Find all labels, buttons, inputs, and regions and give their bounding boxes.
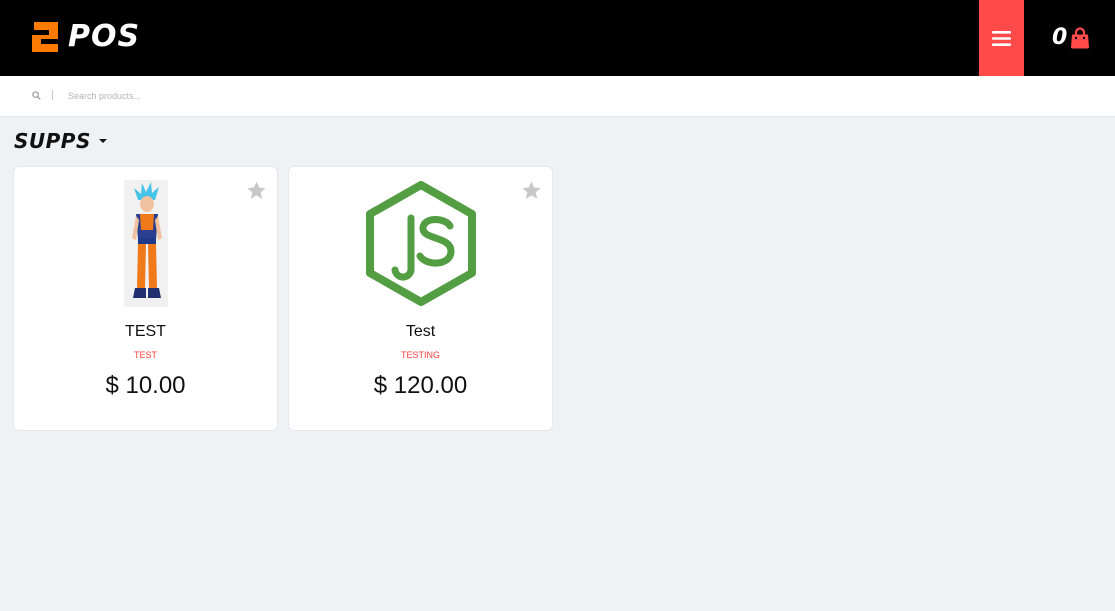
chevron-down-icon <box>98 139 107 143</box>
product-tag: TESTING <box>400 350 440 360</box>
logo-icon <box>32 22 58 52</box>
search-icon <box>32 91 41 100</box>
nodejs-logo-icon <box>365 181 476 306</box>
menu-button[interactable] <box>979 0 1024 76</box>
app-logo[interactable]: POS <box>30 20 140 54</box>
shopping-bag-icon <box>1071 27 1090 49</box>
product-price: $ 120.00 <box>373 372 468 399</box>
product-name: TEST <box>125 323 166 340</box>
category-label: SUPPS <box>14 129 91 153</box>
hamburger-icon <box>992 30 1011 46</box>
product-name: Test <box>405 323 436 340</box>
product-tag: TEST <box>133 350 157 360</box>
search-bar <box>0 76 1115 117</box>
favorite-star-icon[interactable] <box>246 180 267 201</box>
cart-button[interactable]: 0 <box>1052 25 1090 51</box>
favorite-star-icon[interactable] <box>521 180 542 201</box>
product-image <box>123 180 168 307</box>
app-title: POS <box>68 19 141 54</box>
search-divider <box>52 90 53 100</box>
product-price: $ 10.00 <box>105 372 186 399</box>
top-navbar: POS 0 <box>0 0 1115 76</box>
product-card[interactable]: Test TESTING $ 120.00 <box>288 166 553 431</box>
search-input[interactable] <box>62 86 462 106</box>
category-dropdown[interactable]: SUPPS <box>14 128 107 154</box>
cart-count: 0 <box>1052 25 1068 50</box>
product-card[interactable]: TEST TEST $ 10.00 <box>13 166 278 431</box>
